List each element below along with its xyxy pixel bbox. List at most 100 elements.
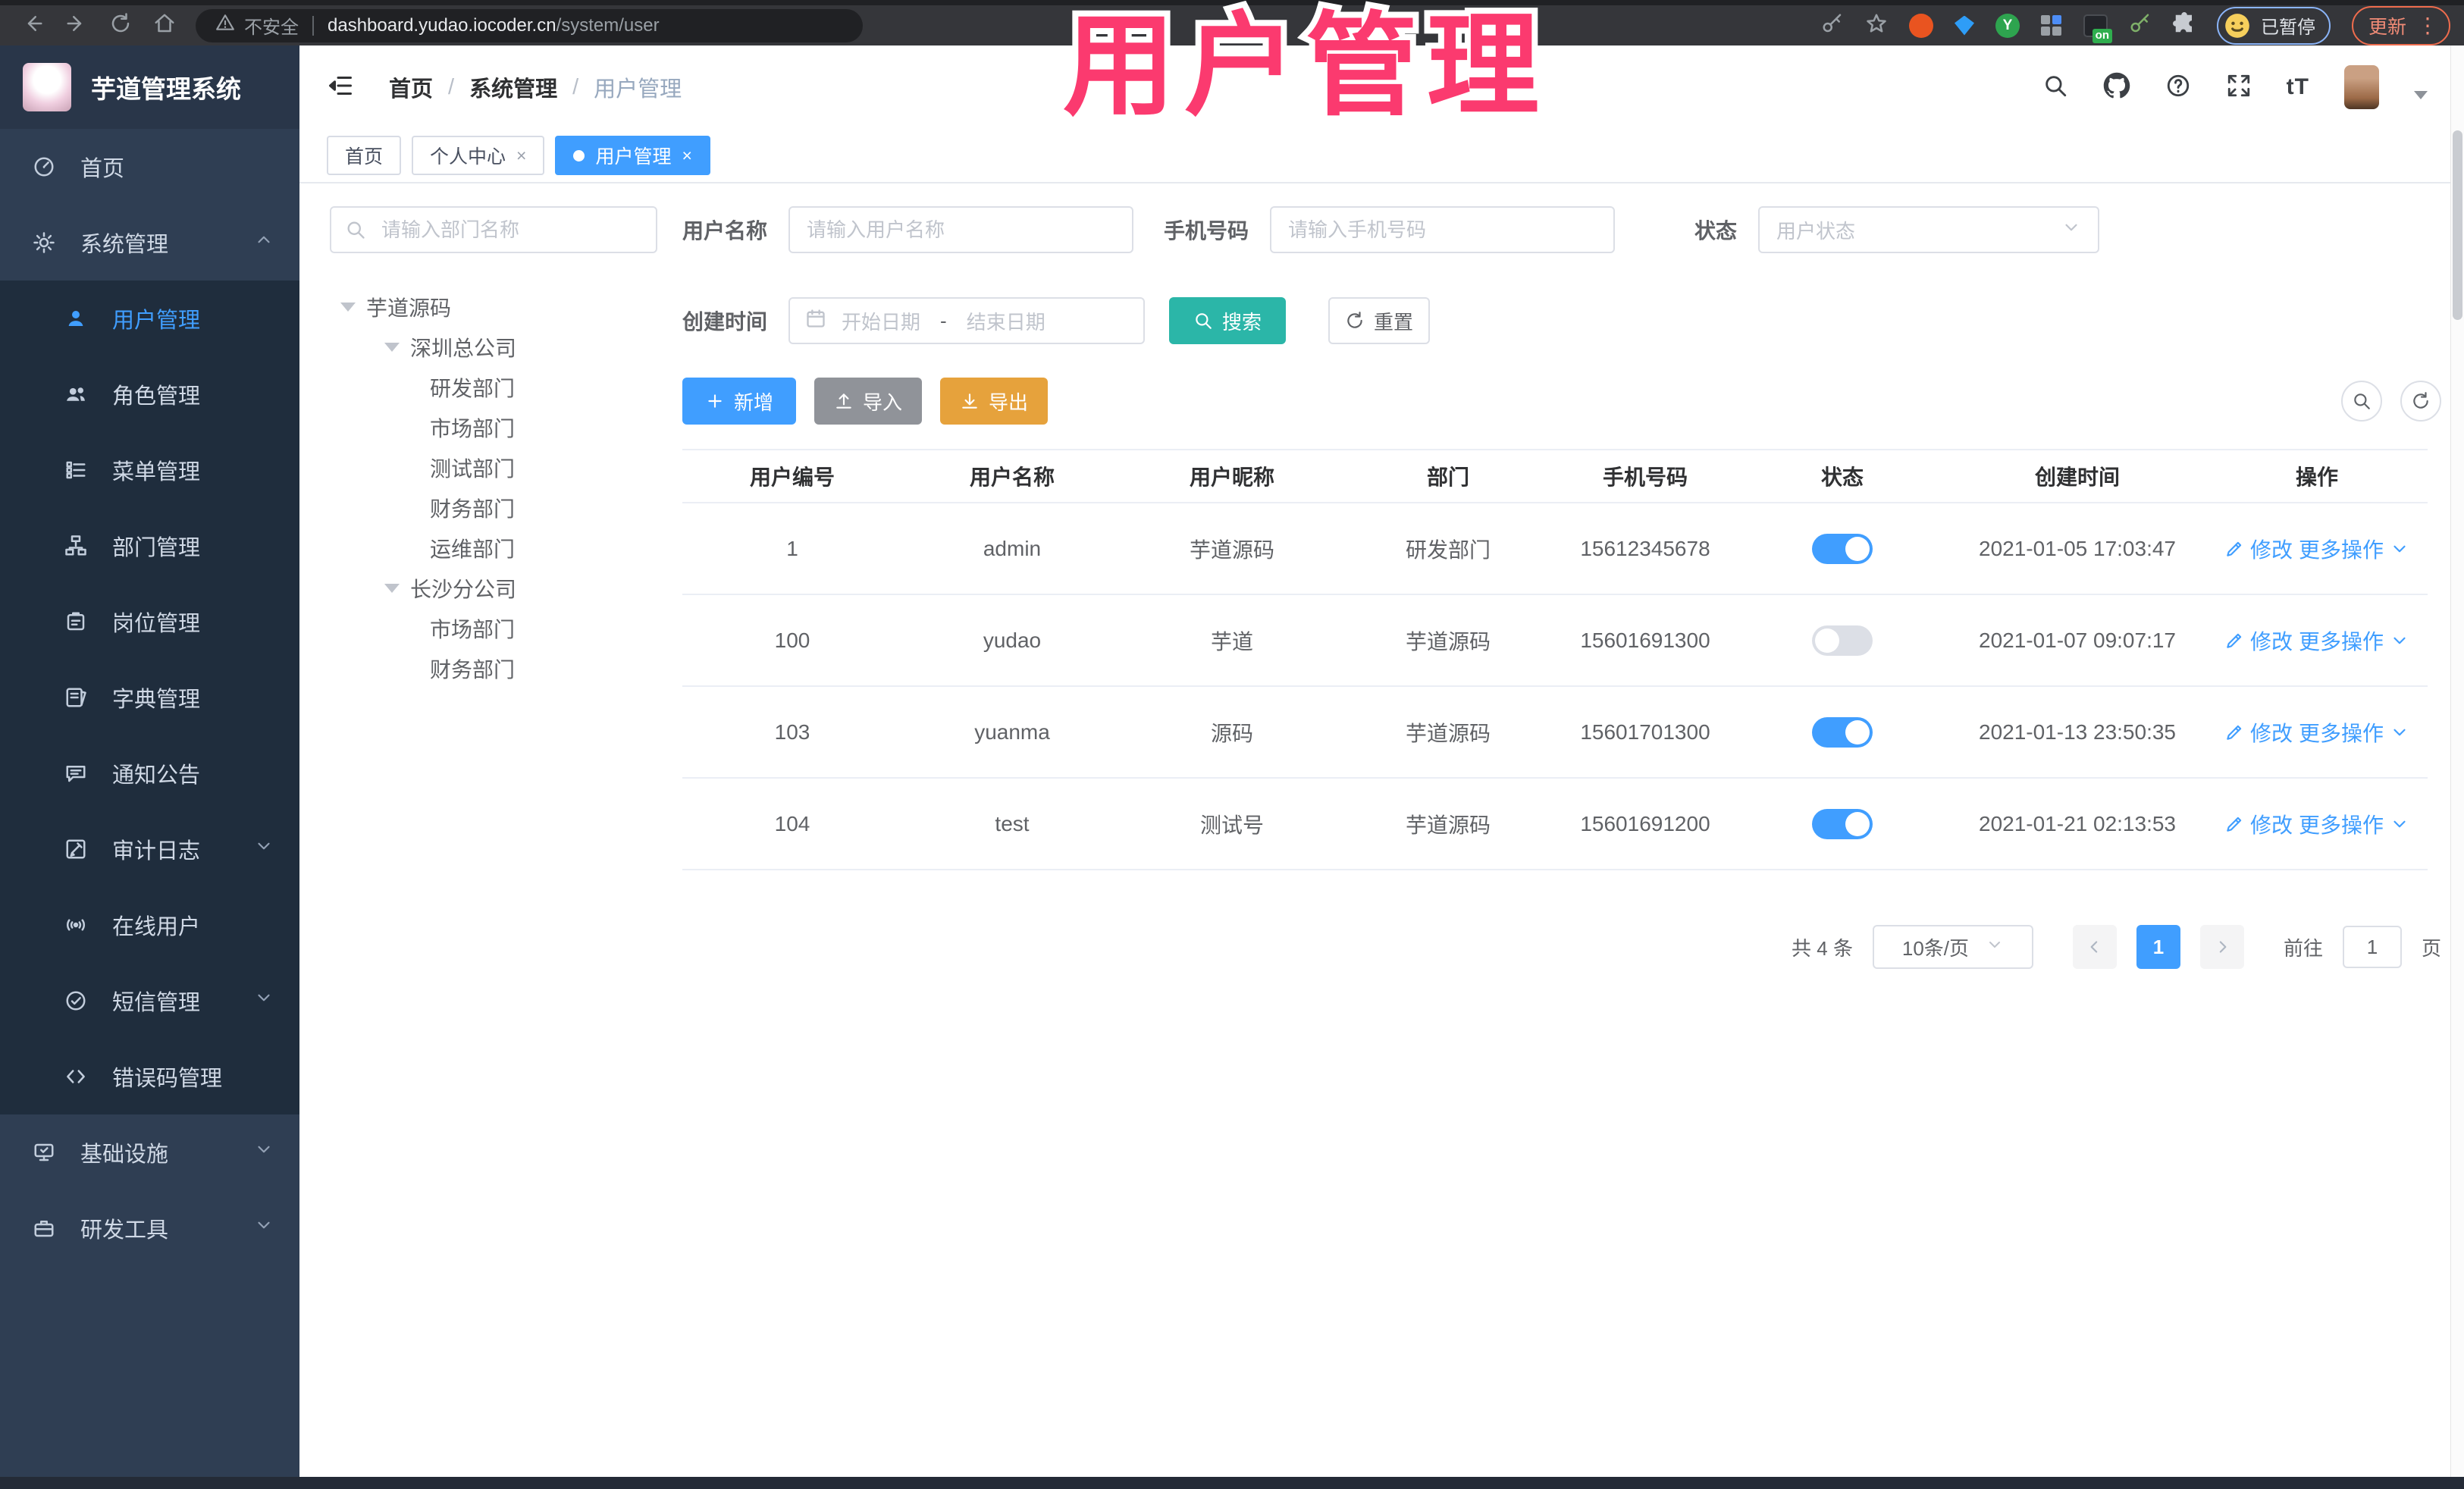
- more-actions-link[interactable]: 更多操作: [2299, 809, 2409, 839]
- sidebar-item-infrastructure[interactable]: 基础设施: [0, 1114, 299, 1190]
- page-unit-label: 页: [2421, 936, 2441, 960]
- browser-back-icon[interactable]: [21, 12, 44, 39]
- sidebar-item-user-mgmt[interactable]: 用户管理: [0, 281, 299, 356]
- more-actions-link[interactable]: 更多操作: [2299, 534, 2409, 564]
- tree-node[interactable]: 运维部门: [330, 528, 682, 568]
- sidebar-item-online-users[interactable]: 在线用户: [0, 887, 299, 963]
- status-toggle[interactable]: [1812, 808, 1873, 839]
- sidebar-item-menu-mgmt[interactable]: 菜单管理: [0, 432, 299, 508]
- breadcrumb-system[interactable]: 系统管理: [469, 71, 557, 103]
- goto-page-input[interactable]: [2342, 926, 2402, 968]
- extension-icon-ubuntu[interactable]: [1908, 13, 1933, 38]
- tab-close-icon[interactable]: ×: [682, 146, 691, 166]
- avatar-caret-icon[interactable]: [2414, 90, 2428, 99]
- scrollbar-thumb[interactable]: [2453, 130, 2462, 320]
- next-page-button[interactable]: [2199, 925, 2244, 969]
- tree-node[interactable]: 市场部门: [330, 407, 682, 447]
- edit-link[interactable]: 修改: [2224, 717, 2293, 748]
- not-secure-icon: [215, 13, 235, 38]
- tab-profile[interactable]: 个人中心 ×: [412, 136, 545, 175]
- bookmark-star-icon[interactable]: [1865, 12, 1888, 39]
- sidebar-item-post-mgmt[interactable]: 岗位管理: [0, 584, 299, 660]
- address-bar[interactable]: 不安全 dashboard.yudao.iocoder.cn /system/u…: [196, 8, 863, 42]
- edit-link[interactable]: 修改: [2224, 625, 2293, 656]
- status-toggle[interactable]: [1812, 533, 1873, 564]
- status-select[interactable]: 用户状态: [1758, 206, 2100, 253]
- browser-forward-icon[interactable]: [65, 12, 88, 39]
- date-start-placeholder: 开始日期: [842, 310, 921, 334]
- import-button[interactable]: 导入: [814, 378, 922, 425]
- browser-reload-icon[interactable]: [109, 12, 132, 39]
- extensions-puzzle-icon[interactable]: [2173, 12, 2196, 39]
- caret-down-icon[interactable]: [384, 342, 400, 352]
- tree-node[interactable]: 芋道源码: [330, 287, 682, 327]
- more-actions-link[interactable]: 更多操作: [2299, 717, 2409, 748]
- page-1-button[interactable]: 1: [2136, 925, 2180, 969]
- more-actions-link[interactable]: 更多操作: [2299, 625, 2409, 656]
- tree-node[interactable]: 长沙分公司: [330, 568, 682, 608]
- sidebar-item-dict-mgmt[interactable]: 字典管理: [0, 660, 299, 735]
- header-search-icon[interactable]: [2042, 73, 2068, 102]
- tree-node[interactable]: 财务部门: [330, 487, 682, 528]
- mobile-input[interactable]: [1270, 206, 1616, 253]
- dept-search-input[interactable]: [330, 206, 657, 253]
- caret-down-icon[interactable]: [340, 302, 356, 312]
- breadcrumb-separator: /: [572, 74, 579, 99]
- prev-page-button[interactable]: [2072, 925, 2117, 969]
- status-toggle[interactable]: [1812, 716, 1873, 748]
- search-button[interactable]: 搜索: [1169, 297, 1287, 344]
- date-range-picker[interactable]: 开始日期 - 结束日期: [788, 297, 1146, 344]
- help-icon[interactable]: [2165, 73, 2191, 102]
- github-icon[interactable]: [2103, 72, 2130, 103]
- browser-home-icon[interactable]: [153, 12, 176, 39]
- extension-icon-gem[interactable]: [1954, 15, 1974, 36]
- sidebar-item-system[interactable]: 系统管理: [0, 205, 299, 281]
- sidebar-item-role-mgmt[interactable]: 角色管理: [0, 356, 299, 432]
- sidebar-item-dev-tools[interactable]: 研发工具: [0, 1190, 299, 1266]
- tree-node[interactable]: 市场部门: [330, 608, 682, 648]
- page-scrollbar[interactable]: [2450, 45, 2464, 1477]
- sidebar-item-audit-log[interactable]: 审计日志: [0, 811, 299, 887]
- refresh-table-button[interactable]: [2400, 381, 2441, 422]
- export-button[interactable]: 导出: [940, 378, 1048, 425]
- sidebar-item-sms-mgmt[interactable]: 短信管理: [0, 963, 299, 1039]
- tree-node[interactable]: 研发部门: [330, 367, 682, 407]
- browser-profile-chip[interactable]: 已暂停: [2216, 6, 2331, 45]
- sidebar-item-notice[interactable]: 通知公告: [0, 735, 299, 811]
- tab-close-icon[interactable]: ×: [516, 146, 526, 166]
- extension-icon-key-green[interactable]: [2129, 12, 2152, 39]
- sidebar-logo-row[interactable]: 芋道管理系统: [0, 45, 299, 129]
- edit-link[interactable]: 修改: [2224, 809, 2293, 839]
- reset-button[interactable]: 重置: [1328, 297, 1431, 344]
- collapse-sidebar-icon[interactable]: [327, 72, 354, 103]
- col-header-id: 用户编号: [749, 466, 835, 489]
- create-time-label: 创建时间: [682, 310, 768, 334]
- browser-update-button[interactable]: 更新 ⋮: [2351, 5, 2450, 45]
- col-header-dept: 部门: [1426, 466, 1469, 489]
- caret-down-icon[interactable]: [384, 583, 400, 593]
- sidebar-item-error-code[interactable]: 错误码管理: [0, 1039, 299, 1114]
- username-input[interactable]: [788, 206, 1134, 253]
- font-size-icon[interactable]: tT: [2287, 74, 2309, 100]
- browser-menu-icon[interactable]: ⋮: [2417, 14, 2438, 36]
- page-size-select[interactable]: 10条/页: [1872, 925, 2033, 969]
- col-header-username: 用户名称: [969, 466, 1055, 489]
- tree-node[interactable]: 测试部门: [330, 447, 682, 487]
- edit-link[interactable]: 修改: [2224, 534, 2293, 564]
- extension-icon-onepassword[interactable]: on: [2083, 14, 2112, 43]
- add-user-button[interactable]: 新增: [682, 378, 796, 425]
- extension-icon-grid[interactable]: [2040, 14, 2062, 36]
- sidebar-item-dept-mgmt[interactable]: 部门管理: [0, 508, 299, 584]
- extension-icon-green[interactable]: Y: [1995, 13, 2020, 38]
- toggle-search-button[interactable]: [2341, 381, 2382, 422]
- fullscreen-icon[interactable]: [2226, 73, 2252, 102]
- user-avatar[interactable]: [2344, 65, 2379, 109]
- password-key-icon[interactable]: [1821, 12, 1844, 39]
- tab-home[interactable]: 首页: [327, 136, 402, 175]
- tab-user-mgmt[interactable]: 用户管理 ×: [555, 136, 710, 175]
- sidebar-item-home[interactable]: 首页: [0, 129, 299, 205]
- breadcrumb-home[interactable]: 首页: [389, 71, 433, 103]
- tree-node[interactable]: 深圳总公司: [330, 327, 682, 367]
- tree-node[interactable]: 财务部门: [330, 648, 682, 688]
- status-toggle[interactable]: [1812, 625, 1873, 656]
